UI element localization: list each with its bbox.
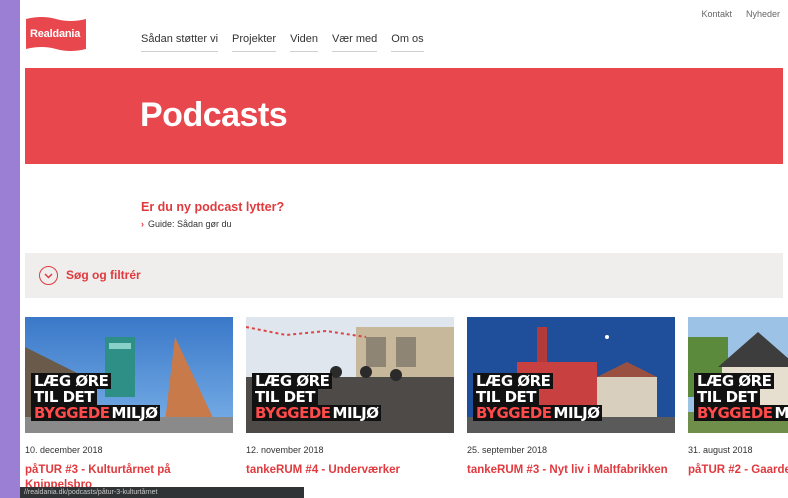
overlay-line-3-white: MILJØ (772, 405, 788, 421)
podcast-title-overlay: LÆG ØRE TIL DET BYGGEDEMILJØ (473, 373, 603, 421)
nav-item-kontakt[interactable]: Kontakt (701, 9, 732, 19)
podcast-thumbnail[interactable]: LÆG ØRE TIL DET BYGGEDEMILJØ (688, 317, 788, 433)
podcast-card[interactable]: LÆG ØRE TIL DET BYGGEDE MILJØ 25. septemb… (467, 317, 675, 478)
filter-bar[interactable]: Søg og filtrér (25, 253, 783, 298)
podcast-card[interactable]: LÆG ØRE TIL DET BYGGEDEMILJØ 31. august … (688, 317, 788, 478)
utility-nav: Kontakt Nyheder (687, 9, 780, 19)
overlay-line-3-white: MILJØ (551, 405, 603, 421)
podcast-card[interactable]: LÆG ØRE TIL DET BYGGEDE MILJØ 12. novembe… (246, 317, 454, 478)
overlay-line-2: TIL DET (694, 389, 761, 405)
podcast-title-overlay: LÆG ØRE TIL DET BYGGEDEMILJØ (252, 373, 382, 421)
guide-link[interactable]: › Guide: Sådan gør du (141, 219, 232, 229)
nav-item-viden[interactable]: Viden (290, 33, 319, 52)
overlay-line-3-white: MILJØ (330, 405, 382, 421)
main-nav: Sådan støtter vi Projekter Viden Vær med… (141, 33, 424, 52)
overlay-line-3-red: BYGGEDE (694, 405, 773, 421)
filter-label[interactable]: Søg og filtrér (66, 268, 141, 282)
overlay-line-2: TIL DET (31, 389, 98, 405)
nav-item-sadan-stotter-vi[interactable]: Sådan støtter vi (141, 33, 219, 52)
nav-item-projekter[interactable]: Projekter (232, 33, 277, 52)
logo-text: Realdania (30, 28, 81, 40)
page-title: Podcasts (140, 96, 288, 134)
chevron-right-icon: › (141, 219, 144, 229)
podcast-title-overlay: LÆG ØRE TIL DET BYGGEDEMILJØ (694, 373, 788, 421)
card-date: 31. august 2018 (688, 445, 753, 455)
overlay-line-1: LÆG ØRE (473, 373, 554, 389)
browser-status-url: //realdania.dk/podcasts/påtur-3-kulturtå… (20, 487, 304, 498)
podcast-thumbnail[interactable]: LÆG ØRE TIL DET BYGGEDEMILJØ (25, 317, 233, 433)
nav-item-nyheder[interactable]: Nyheder (746, 9, 780, 19)
overlay-line-2: TIL DET (473, 389, 540, 405)
nav-item-vaer-med[interactable]: Vær med (332, 33, 378, 52)
podcast-thumbnail[interactable]: LÆG ØRE TIL DET BYGGEDEMILJØ (246, 317, 454, 433)
card-date: 25. september 2018 (467, 445, 548, 455)
card-date: 10. december 2018 (25, 445, 103, 455)
overlay-line-3-red: BYGGEDE (31, 405, 110, 421)
overlay-line-3-white: MILJØ (109, 405, 161, 421)
podcast-card[interactable]: LÆG ØRE TIL DET BYGGEDE MILJØ 10. decembe… (25, 317, 233, 493)
overlay-line-1: LÆG ØRE (694, 373, 775, 389)
overlay-line-3-red: BYGGEDE (473, 405, 552, 421)
card-date: 12. november 2018 (246, 445, 324, 455)
overlay-line-2: TIL DET (252, 389, 319, 405)
podcast-title-overlay: LÆG ØRE TIL DET BYGGEDEMILJØ (31, 373, 161, 421)
overlay-line-3-red: BYGGEDE (252, 405, 331, 421)
guide-link-label: Guide: Sådan gør du (148, 219, 232, 229)
overlay-line-1: LÆG ØRE (252, 373, 333, 389)
nav-item-om-os[interactable]: Om os (391, 33, 424, 52)
overlay-line-1: LÆG ØRE (31, 373, 112, 389)
hero-banner: Podcasts (25, 68, 783, 164)
card-title[interactable]: tankeRUM #4 - Underværker (246, 463, 454, 478)
card-title[interactable]: påTUR #2 - Gaarden (688, 463, 788, 478)
podcast-thumbnail[interactable]: LÆG ØRE TIL DET BYGGEDEMILJØ (467, 317, 675, 433)
page: Realdania Sådan støtter vi Projekter Vid… (20, 0, 788, 498)
realdania-logo[interactable]: Realdania (24, 15, 88, 53)
chevron-down-icon[interactable] (39, 266, 58, 285)
intro-title: Er du ny podcast lytter? (141, 200, 285, 214)
card-title[interactable]: tankeRUM #3 - Nyt liv i Maltfabrikken (467, 463, 675, 478)
